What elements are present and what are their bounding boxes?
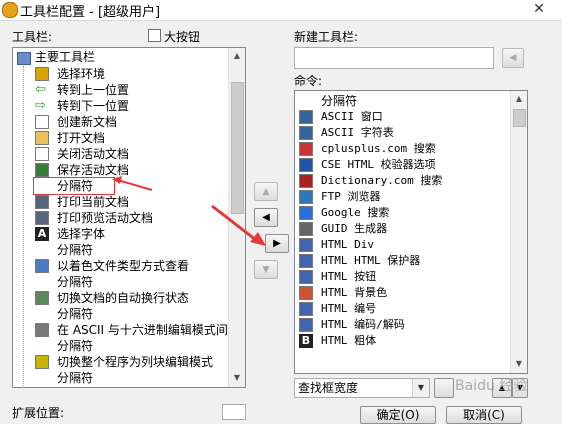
list-item-label: FTP 浏览器 (321, 190, 381, 203)
extended-position-label: 扩展位置: (12, 406, 65, 420)
list-item-label: 分隔符 (57, 275, 94, 289)
list-item-label: 以着色文件类型方式查看 (57, 259, 190, 273)
watermark: Baidu 经验 (455, 378, 528, 394)
list-item-label: HTML 按钮 (321, 270, 377, 283)
html-bgcolor-icon (299, 286, 313, 300)
column-mode-icon (35, 355, 49, 369)
list-item-label: 转到下一位置 (57, 99, 130, 113)
list-item-label: 分隔符 (57, 371, 94, 385)
list-item-label: HTML HTML 保护器 (321, 254, 421, 267)
scroll-down-icon[interactable]: ▼ (511, 356, 527, 372)
list-item-label: 分隔符 (321, 94, 358, 108)
list-item-label: 在 ASCII 与十六进制编辑模式间 (57, 323, 228, 337)
large-buttons-checkbox[interactable] (148, 29, 161, 42)
html-button-icon (299, 270, 313, 284)
move-up-button[interactable]: ▲ (254, 182, 278, 201)
font-icon: A (35, 227, 49, 241)
toolbar-label: 工具栏: (12, 30, 53, 44)
list-item-label: CSE HTML 校验器选项 (321, 158, 436, 171)
print-preview-icon (35, 211, 49, 225)
cancel-button[interactable]: 取消(C) (446, 406, 522, 424)
syntax-color-icon (35, 259, 49, 273)
close-document-icon (35, 147, 49, 161)
annotation-arrow-left (112, 176, 153, 191)
list-item-label: 打印当前文档 (57, 195, 130, 209)
app-icon (2, 2, 18, 18)
list-item-label: 转到上一位置 (57, 83, 130, 97)
tree-connector (23, 66, 24, 387)
combo-extra-button[interactable] (434, 378, 454, 398)
list-item-label: 打开文档 (57, 131, 106, 145)
dictionary-icon (299, 174, 313, 188)
scroll-up-icon[interactable]: ▲ (229, 48, 245, 64)
html-bold-icon: B (299, 334, 313, 348)
open-folder-icon (35, 131, 49, 145)
list-item-label: cplusplus.com 搜索 (321, 142, 436, 155)
list-item-label: 切换文档的自动换行状态 (57, 291, 190, 305)
google-icon (299, 206, 313, 220)
list-item-label: HTML 编码/解码 (321, 318, 405, 331)
large-buttons-label: 大按钮 (164, 30, 201, 44)
list-item-label: 分隔符 (57, 339, 94, 353)
scroll-up-icon[interactable]: ▲ (511, 91, 527, 107)
word-wrap-icon (35, 291, 49, 305)
list-item-label: Google 搜索 (321, 206, 390, 219)
list-item-label: 选择字体 (57, 227, 106, 241)
new-toolbar-button[interactable]: ◀ (502, 48, 524, 68)
scroll-thumb[interactable] (231, 82, 244, 214)
list-item-label: 打印预览活动文档 (57, 211, 154, 225)
filter-combo-value: 查找框宽度 (298, 381, 359, 395)
list-item-label: HTML 编号 (321, 302, 377, 315)
environment-icon (35, 67, 49, 81)
scroll-down-icon[interactable]: ▼ (229, 370, 245, 386)
move-down-button[interactable]: ▼ (254, 260, 278, 279)
hex-mode-icon (35, 323, 49, 337)
new-toolbar-label: 新建工具栏: (294, 30, 359, 44)
annotation-highlight-box (33, 177, 115, 195)
commands-label: 命令: (294, 74, 323, 88)
guid-icon (299, 222, 313, 236)
filter-combo[interactable]: 查找框宽度 ▼ (294, 378, 430, 398)
list-item-label: 切换整个程序为列块编辑模式 (57, 355, 214, 369)
cplusplus-icon (299, 142, 313, 156)
list-item-label: HTML 粗体 (321, 334, 377, 347)
forward-arrow-icon: ⇨ (35, 98, 46, 113)
list-item-label: HTML Div (321, 238, 374, 251)
list-item-label: 创建新文档 (57, 115, 118, 129)
new-document-icon (35, 115, 49, 129)
ftp-icon (299, 190, 313, 204)
scroll-thumb[interactable] (513, 109, 526, 127)
print-icon (35, 195, 49, 209)
commands-list[interactable]: 分隔符 ASCII 窗口 ASCII 字符表 cplusplus.com 搜索 CSE … (294, 90, 528, 374)
toolbar-icon (17, 52, 31, 65)
list-item-label: 关闭活动文档 (57, 147, 130, 161)
chevron-down-icon[interactable]: ▼ (412, 379, 429, 397)
html-div-icon (299, 238, 313, 252)
list-item-label: 选择环境 (57, 67, 106, 81)
list-item-label: GUID 生成器 (321, 222, 388, 235)
list-item-label: HTML 背景色 (321, 286, 388, 299)
save-icon (35, 163, 49, 177)
commands-scrollbar[interactable]: ▲ ▼ (510, 91, 527, 373)
list-item-label: ASCII 窗口 (321, 110, 383, 123)
ok-button[interactable]: 确定(O) (360, 406, 436, 424)
tree-root-label: 主要工具栏 (35, 50, 96, 64)
html-encode-icon (299, 318, 313, 332)
ascii-window-icon (299, 110, 313, 124)
window-title: 工具栏配置 - [超级用户] (20, 5, 161, 20)
list-item-label: 分隔符 (57, 307, 94, 321)
list-item-label: ASCII 字符表 (321, 126, 394, 139)
title-bar: 工具栏配置 - [超级用户] ✕ (0, 0, 562, 21)
close-icon[interactable]: ✕ (516, 0, 562, 19)
cse-html-icon (299, 158, 313, 172)
html-protect-icon (299, 254, 313, 268)
list-item-label: Dictionary.com 搜索 (321, 174, 443, 187)
ascii-table-icon (299, 126, 313, 140)
back-arrow-icon: ⇦ (35, 82, 46, 97)
annotation-arrow-right (211, 204, 266, 246)
html-number-icon (299, 302, 313, 316)
new-toolbar-input[interactable] (294, 47, 494, 69)
list-item-label: 分隔符 (57, 243, 94, 257)
